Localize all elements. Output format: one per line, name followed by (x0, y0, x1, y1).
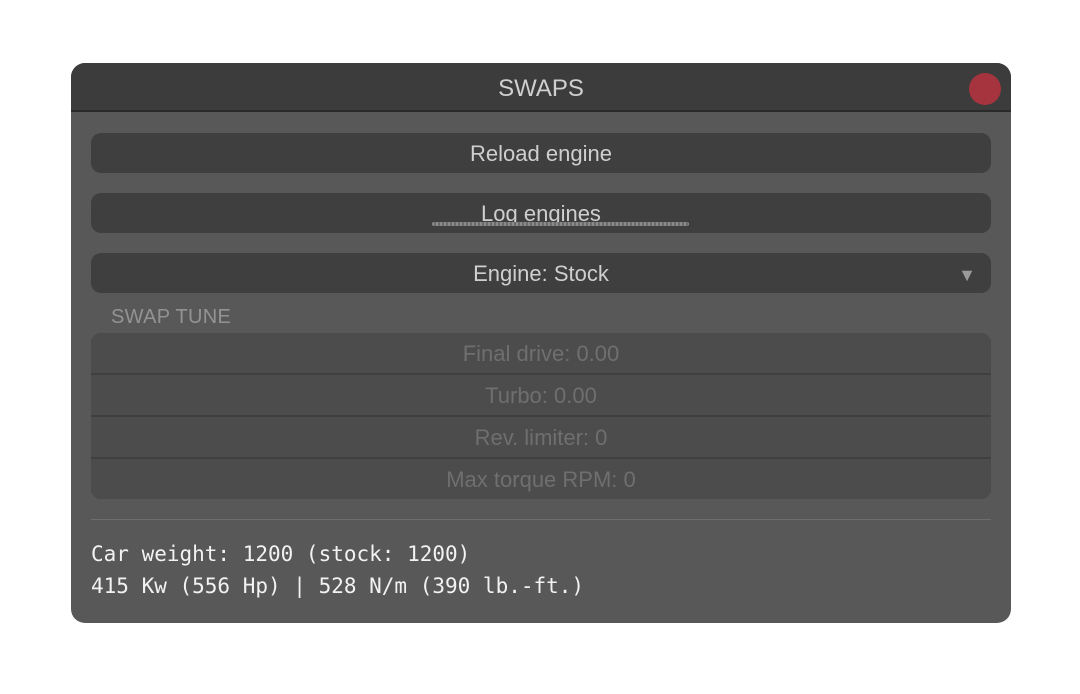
power-torque-text: 415 Kw (556 Hp) | 528 N/m (390 lb.-ft.) (91, 574, 585, 598)
focus-indicator (432, 222, 689, 226)
tune-row-label: Max torque RPM: 0 (446, 467, 636, 492)
tune-row-label: Final drive: 0.00 (462, 341, 620, 366)
tune-row-rev-limiter: Rev. limiter: 0 (91, 417, 991, 457)
close-button[interactable] (969, 73, 1001, 105)
reload-engine-label: Reload engine (470, 141, 612, 166)
divider (91, 519, 991, 520)
tune-row-label: Rev. limiter: 0 (474, 425, 608, 450)
tune-row-turbo: Turbo: 0.00 (91, 375, 991, 415)
swap-tune-list: Final drive: 0.00 Turbo: 0.00 Rev. limit… (91, 333, 991, 499)
reload-engine-button[interactable]: Reload engine (91, 133, 991, 173)
engine-dropdown-value: Engine: Stock (473, 261, 609, 286)
tune-row-max-torque-rpm: Max torque RPM: 0 (91, 459, 991, 499)
triangle-down-icon: ▼ (958, 265, 976, 285)
tune-row-final-drive: Final drive: 0.00 (91, 333, 991, 373)
window-title: SWAPS (498, 75, 584, 102)
log-engines-button[interactable]: Log engines (91, 193, 991, 233)
tune-row-label: Turbo: 0.00 (485, 383, 597, 408)
car-weight-text: Car weight: 1200 (stock: 1200) (91, 542, 471, 566)
swaps-window: SWAPS Reload engine Log engines Engine: … (71, 63, 1011, 623)
swap-tune-heading: SWAP TUNE (111, 306, 232, 328)
engine-dropdown[interactable]: Engine: Stock ▼ (91, 253, 991, 293)
